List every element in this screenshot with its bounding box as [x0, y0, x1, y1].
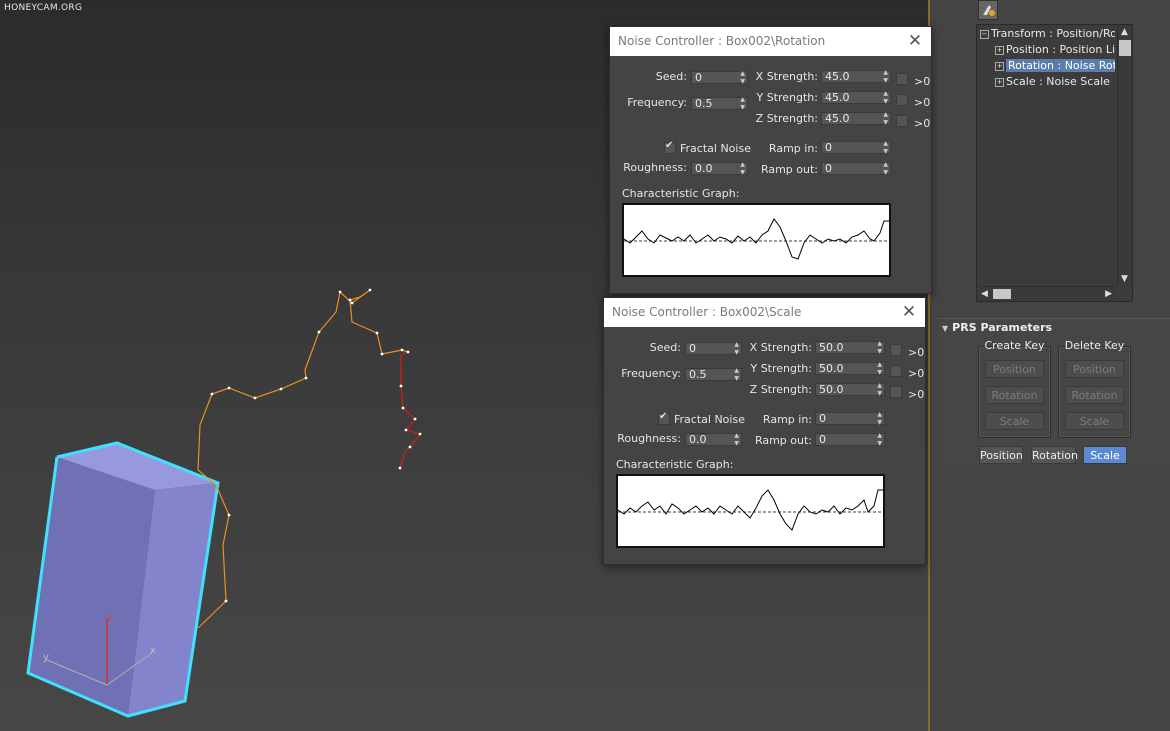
roughness-spinner[interactable]: 0.0 ▲ ▼ — [685, 432, 742, 447]
scroll-thumb[interactable] — [1119, 40, 1131, 56]
axis-x-label: x — [150, 645, 156, 656]
ramp-in-label: Ramp in: — [762, 413, 812, 426]
x-positive-checkbox[interactable] — [890, 344, 902, 356]
z-positive-checkbox[interactable] — [890, 386, 902, 398]
roughness-spinner[interactable]: 0.0 ▲ ▼ — [691, 161, 748, 176]
delete-key-group: Delete Key Position Rotation Scale — [1058, 339, 1131, 438]
controller-tree[interactable]: −Transform : Position/Rotation/Scale +Po… — [976, 24, 1133, 302]
ramp-in-spinner[interactable]: 0 ▲ ▼ — [821, 140, 891, 155]
graph-label: Characteristic Graph: — [616, 458, 734, 471]
x-strength-label: X Strength: — [749, 341, 812, 354]
x-positive-checkbox[interactable] — [896, 73, 908, 85]
tree-item-transform[interactable]: −Transform : Position/Rotation/Scale — [980, 26, 1115, 41]
y-strength-spinner[interactable]: 45.0 ▲ ▼ — [821, 90, 891, 105]
dialog-title[interactable]: Noise Controller : Box002\Scale — [604, 298, 925, 327]
frequency-spinner[interactable]: 0.5 ▲ ▼ — [691, 96, 748, 111]
seed-spinner[interactable]: 0 ▲ ▼ — [691, 70, 748, 85]
y-positive-label: >0 — [908, 367, 925, 380]
axis-y-label: y — [43, 652, 49, 663]
create-rotation-key-button[interactable]: Rotation — [985, 386, 1044, 404]
x-strength-spinner[interactable]: 50.0 ▲ ▼ — [815, 340, 885, 355]
z-strength-spinner[interactable]: 45.0 ▲ ▼ — [821, 111, 891, 126]
close-icon[interactable]: ✕ — [901, 302, 917, 322]
tree-item-scale[interactable]: + Scale : Noise Scale — [995, 74, 1110, 89]
close-icon[interactable]: ✕ — [907, 31, 923, 51]
scroll-right-icon[interactable]: ▶ — [1105, 288, 1112, 300]
x-strength-label: X Strength: — [755, 70, 818, 83]
characteristic-graph — [616, 474, 885, 548]
delete-scale-key-button[interactable]: Scale — [1065, 412, 1124, 430]
ramp-out-spinner[interactable]: 0 ▲ ▼ — [815, 432, 885, 447]
scroll-up-icon[interactable]: ▲ — [1121, 26, 1128, 38]
trajectory-keys — [210, 288, 422, 603]
graph-label: Characteristic Graph: — [622, 187, 740, 200]
frequency-label: Frequency: — [627, 96, 687, 109]
z-positive-checkbox[interactable] — [896, 115, 908, 127]
scale-mode-button[interactable]: Scale — [1083, 446, 1127, 464]
trajectory-red — [399, 351, 422, 469]
expand-icon[interactable]: + — [995, 61, 1004, 71]
collapse-icon[interactable]: − — [980, 29, 989, 39]
prs-rollout-title[interactable]: ▼ PRS Parameters — [942, 321, 1052, 334]
frequency-label: Frequency: — [621, 367, 681, 380]
y-strength-label: Y Strength: — [756, 91, 818, 104]
y-positive-checkbox[interactable] — [890, 365, 902, 377]
ramp-out-spinner[interactable]: 0 ▲ ▼ — [821, 161, 891, 176]
seed-label: Seed: — [649, 341, 681, 354]
position-mode-button[interactable]: Position — [979, 446, 1023, 464]
create-key-group: Create Key Position Rotation Scale — [978, 339, 1051, 438]
rollout-collapse-icon: ▼ — [942, 324, 949, 333]
delete-rotation-key-button[interactable]: Rotation — [1065, 386, 1124, 404]
x-positive-label: >0 — [914, 75, 931, 88]
tree-item-position[interactable]: + Position : Position List — [995, 42, 1115, 57]
x-strength-spinner[interactable]: 45.0 ▲ ▼ — [821, 69, 891, 84]
rotation-mode-button[interactable]: Rotation — [1031, 446, 1078, 464]
y-positive-label: >0 — [914, 96, 931, 109]
ramp-in-spinner[interactable]: 0 ▲ ▼ — [815, 411, 885, 426]
z-strength-label: Z Strength: — [749, 383, 812, 396]
create-key-label: Create Key — [984, 339, 1045, 352]
z-positive-label: >0 — [914, 117, 931, 130]
frequency-spinner[interactable]: 0.5 ▲ ▼ — [685, 367, 742, 382]
noise-scale-dialog: Noise Controller : Box002\Scale ✕ Seed: … — [603, 297, 926, 565]
fractal-noise-label: Fractal Noise — [680, 142, 751, 155]
tree-item-rotation[interactable]: +Rotation : Noise Rotation — [995, 58, 1115, 73]
tree-vertical-scrollbar[interactable]: ▲ ▼ — [1117, 26, 1132, 285]
ramp-out-label: Ramp out: — [754, 434, 812, 447]
scroll-left-icon[interactable]: ◀ — [981, 288, 988, 300]
create-position-key-button[interactable]: Position — [985, 360, 1044, 378]
scroll-thumb[interactable] — [993, 289, 1011, 299]
y-positive-checkbox[interactable] — [896, 94, 908, 106]
fractal-noise-label: Fractal Noise — [674, 413, 745, 426]
fractal-noise-checkbox[interactable] — [664, 140, 676, 154]
axis-z-label: z — [108, 612, 113, 623]
expand-icon[interactable]: + — [995, 45, 1004, 55]
delete-position-key-button[interactable]: Position — [1065, 360, 1124, 378]
tree-horizontal-scrollbar[interactable]: ◀ ▶ — [978, 286, 1115, 301]
ramp-in-label: Ramp in: — [768, 142, 818, 155]
characteristic-graph — [622, 203, 891, 277]
scroll-down-icon[interactable]: ▼ — [1121, 273, 1128, 285]
motion-tool-icon[interactable] — [978, 0, 998, 20]
roughness-label: Roughness: — [623, 161, 687, 174]
dialog-title[interactable]: Noise Controller : Box002\Rotation — [610, 27, 931, 56]
x-positive-label: >0 — [908, 346, 925, 359]
delete-key-label: Delete Key — [1064, 339, 1125, 352]
y-strength-spinner[interactable]: 50.0 ▲ ▼ — [815, 361, 885, 376]
ramp-out-label: Ramp out: — [760, 163, 818, 176]
seed-label: Seed: — [655, 70, 687, 83]
expand-icon[interactable]: + — [995, 77, 1004, 87]
fractal-noise-checkbox[interactable] — [658, 411, 670, 425]
z-strength-label: Z Strength: — [755, 112, 818, 125]
noise-rotation-dialog: Noise Controller : Box002\Rotation ✕ See… — [609, 26, 932, 294]
roughness-label: Roughness: — [617, 432, 681, 445]
y-strength-label: Y Strength: — [750, 362, 812, 375]
trajectory-orange — [197, 289, 409, 629]
create-scale-key-button[interactable]: Scale — [985, 412, 1044, 430]
z-strength-spinner[interactable]: 50.0 ▲ ▼ — [815, 382, 885, 397]
seed-spinner[interactable]: 0 ▲ ▼ — [685, 341, 742, 356]
z-positive-label: >0 — [908, 388, 925, 401]
